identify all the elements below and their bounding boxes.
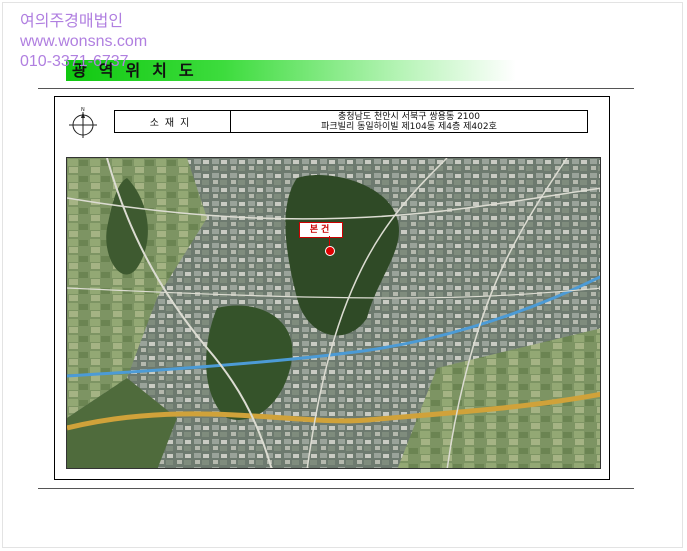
bottom-divider bbox=[38, 488, 634, 489]
location-info-table: 소재지 충청남도 천안시 서북구 쌍용동 2100 파크빌리 동일하이빌 제10… bbox=[114, 110, 588, 133]
aerial-map bbox=[66, 157, 601, 469]
watermark: 여의주경매법인 www.wonsns.com 010-3371-6737 bbox=[20, 12, 147, 72]
watermark-phone: 010-3371-6737 bbox=[20, 53, 129, 70]
location-pin-icon bbox=[325, 246, 335, 256]
location-address: 충청남도 천안시 서북구 쌍용동 2100 파크빌리 동일하이빌 제104동 제… bbox=[231, 111, 587, 132]
location-label: 소재지 bbox=[115, 111, 231, 132]
compass-icon: N bbox=[69, 107, 97, 138]
top-divider bbox=[38, 88, 634, 89]
watermark-company: 여의주경매법인 bbox=[20, 13, 124, 30]
address-line-2: 파크빌리 동일하이빌 제104동 제4층 제402호 bbox=[321, 121, 497, 132]
watermark-website: www.wonsns.com bbox=[20, 33, 148, 50]
svg-text:N: N bbox=[81, 107, 85, 113]
address-line-1: 충청남도 천안시 서북구 쌍용동 2100 bbox=[338, 111, 480, 122]
subject-property-label: 본건 bbox=[299, 222, 343, 238]
